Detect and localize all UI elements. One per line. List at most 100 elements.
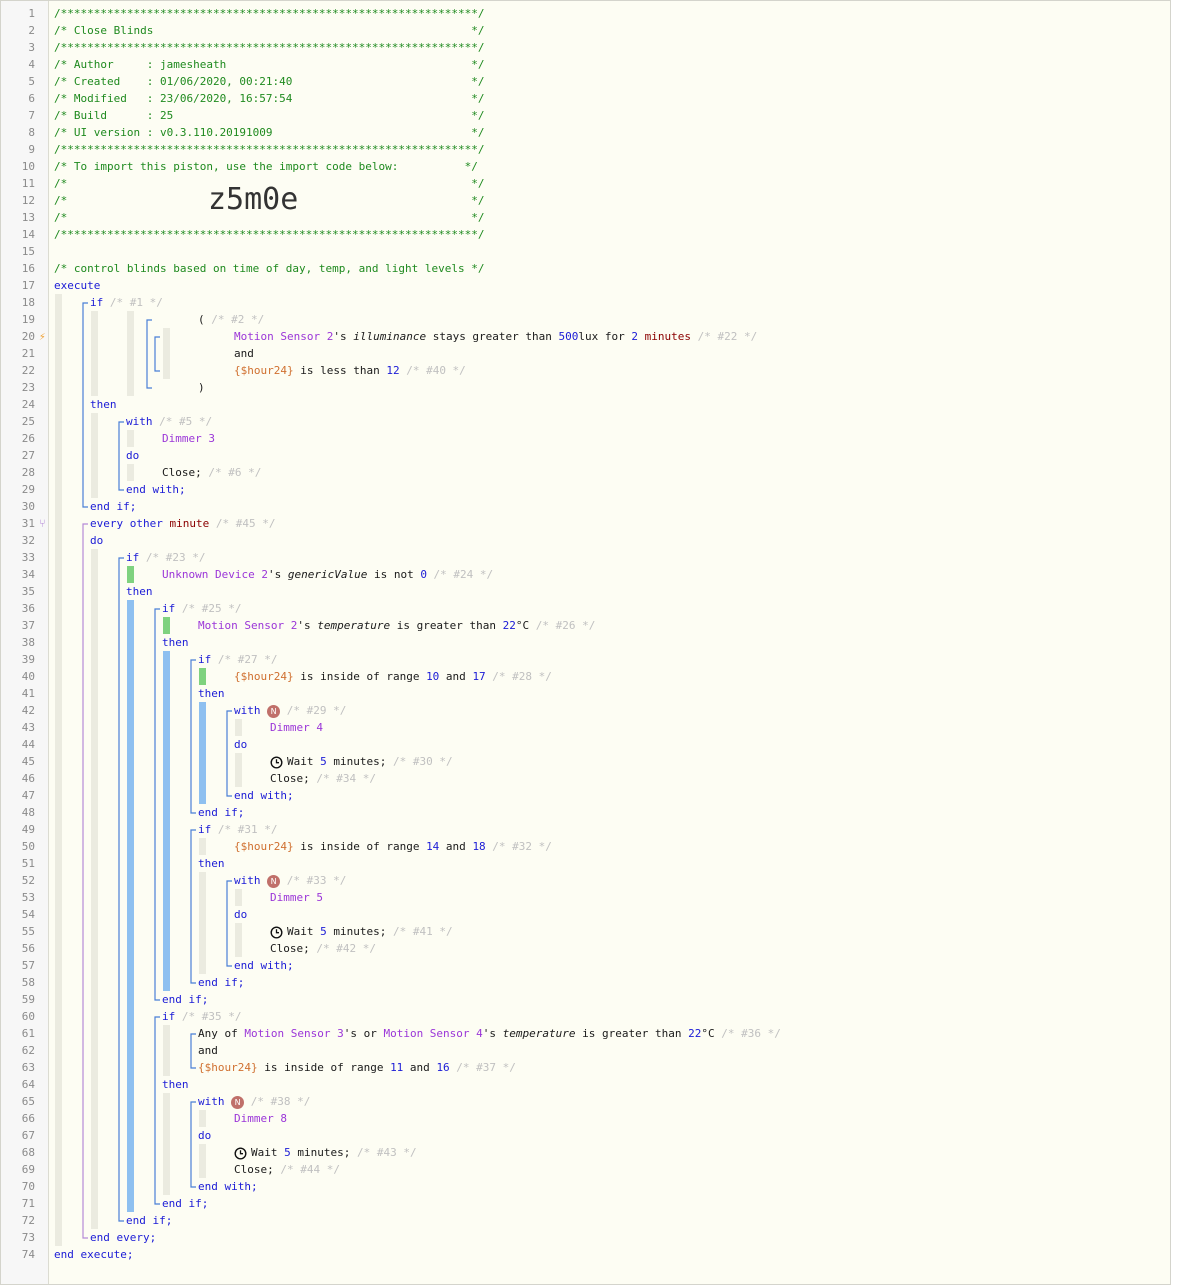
line-number: 27	[21, 449, 35, 462]
plain-text: minutes;	[326, 925, 387, 938]
code-line: 29 end with;	[1, 481, 1170, 498]
plain-text: lux for	[578, 330, 632, 343]
device-name: Dimmer 8	[234, 1112, 287, 1125]
line-number: 14	[21, 228, 35, 241]
line-number: 73	[21, 1231, 35, 1244]
code-text: Close; /* #44 */	[234, 1161, 340, 1178]
code-text: /***************************************…	[54, 39, 484, 56]
line-number: 50	[21, 840, 35, 853]
code-line: 3 /**************************************…	[1, 39, 1170, 56]
code-text: do	[234, 906, 247, 923]
line-number: 41	[21, 687, 35, 700]
code-text: Any of Motion Sensor 3's or Motion Senso…	[198, 1025, 781, 1042]
number-value: 11	[390, 1061, 404, 1074]
line-number: 6	[28, 92, 35, 105]
line-number: 2	[28, 24, 35, 37]
line-number: 72	[21, 1214, 35, 1227]
code-text: /* UI version : v0.3.110.20191009 */	[54, 124, 484, 141]
number-value: 17	[472, 670, 486, 683]
keyword: if	[162, 1010, 176, 1023]
keyword: end every;	[90, 1231, 157, 1244]
line-number: 64	[21, 1078, 35, 1091]
keyword: end with;	[234, 789, 294, 802]
plain-text: 's	[482, 1027, 503, 1040]
code-line: 28 Close; /* #6 */	[1, 464, 1170, 481]
keyword: if	[198, 653, 212, 666]
line-number: 8	[28, 126, 35, 139]
code-text: with N /* #33 */	[234, 872, 346, 889]
statement-id: /* #5 */	[152, 415, 213, 428]
code-text: end if;	[126, 1212, 172, 1229]
code-line: 73 end every;	[1, 1229, 1170, 1246]
line-number: 7	[28, 109, 35, 122]
code-text: Motion Sensor 2's illuminance stays grea…	[234, 328, 757, 345]
line-number: 1	[28, 7, 35, 20]
code-line: 32 do	[1, 532, 1170, 549]
line-number: 34	[21, 568, 35, 581]
piston-viewer: 1 /**************************************…	[0, 0, 1171, 1285]
line-number: 51	[21, 857, 35, 870]
code-line: 48 end if;	[1, 804, 1170, 821]
trigger-bolt-icon: ⚡	[39, 330, 46, 343]
statement-id: /* #26 */	[529, 619, 596, 632]
keyword: with	[234, 704, 268, 717]
line-number: 36	[21, 602, 35, 615]
code-line: 25 with /* #5 */	[1, 413, 1170, 430]
comment: /* Created : 01/06/2020, 00:21:40 */	[54, 75, 485, 88]
n-badge-icon: N	[231, 1095, 245, 1109]
code-line: 12/* */	[1, 192, 1170, 209]
code-line: 20 ⚡ Motion Sensor 2's illuminance stays g…	[1, 328, 1170, 345]
line-number: 5	[28, 75, 35, 88]
code-line: 61 Any of Motion Sensor 3's or Motion Sen…	[1, 1025, 1170, 1042]
plain-text: is greater than	[575, 1027, 689, 1040]
code-line: 30 end if;	[1, 498, 1170, 515]
number-value: 14	[426, 840, 440, 853]
code-line: 51 then	[1, 855, 1170, 872]
keyword: do	[126, 449, 140, 462]
device-name: Motion Sensor 3	[244, 1027, 344, 1040]
comment: /* control blinds based on time of day, …	[54, 262, 485, 275]
code-line: 43 Dimmer 4	[1, 719, 1170, 736]
plain-text: 's	[333, 330, 354, 343]
code-line: 53 Dimmer 5	[1, 889, 1170, 906]
code-line: 57 end with;	[1, 957, 1170, 974]
code-text: /* control blinds based on time of day, …	[54, 260, 484, 277]
comment: /* Author : jamesheath */	[54, 58, 485, 71]
code-line: 69 Close; /* #44 */	[1, 1161, 1170, 1178]
code-text: /***************************************…	[54, 5, 484, 22]
line-number: 52	[21, 874, 35, 887]
comment: /***************************************…	[54, 7, 485, 20]
plain-text: °C	[701, 1027, 715, 1040]
line-number: 66	[21, 1112, 35, 1125]
plain-text: 's or	[343, 1027, 384, 1040]
code-line: 52 with N /* #33 */	[1, 872, 1170, 889]
line-number: 21	[21, 347, 35, 360]
code-text: Wait 5 minutes; /* #43 */	[234, 1144, 417, 1161]
line-number: 60	[21, 1010, 35, 1023]
code-text: {$hour24} is inside of range 10 and 17 /…	[234, 668, 552, 685]
code-line: 9 /**************************************…	[1, 141, 1170, 158]
code-line: 26 Dimmer 3	[1, 430, 1170, 447]
keyword: end if;	[90, 500, 137, 513]
plain-text: (	[198, 313, 212, 326]
code-line: 41 then	[1, 685, 1170, 702]
line-number: 42	[21, 704, 35, 717]
code-line: 36 if /* #25 */	[1, 600, 1170, 617]
keyword: then	[198, 687, 225, 700]
number-value: 22	[688, 1027, 702, 1040]
number-value: 16	[436, 1061, 450, 1074]
code-line: 5 /* Created : 01/06/2020, 00:21:40 */	[1, 73, 1170, 90]
code-text: /* Author : jamesheath */	[54, 56, 484, 73]
code-line: 14 /*************************************…	[1, 226, 1170, 243]
statement-id: /* #37 */	[449, 1061, 516, 1074]
line-number: 44	[21, 738, 35, 751]
code-text: and	[234, 345, 254, 362]
code-text: then	[126, 583, 153, 600]
line-number: 3	[28, 41, 35, 54]
code-line: 63 {$hour24} is inside of range 11 and 16…	[1, 1059, 1170, 1076]
code-line: 37 Motion Sensor 2's temperature is great…	[1, 617, 1170, 634]
plain-text: is less than	[293, 364, 387, 377]
code-line: 24 then	[1, 396, 1170, 413]
code-line: 33 if /* #23 */	[1, 549, 1170, 566]
line-number: 15	[21, 245, 35, 258]
